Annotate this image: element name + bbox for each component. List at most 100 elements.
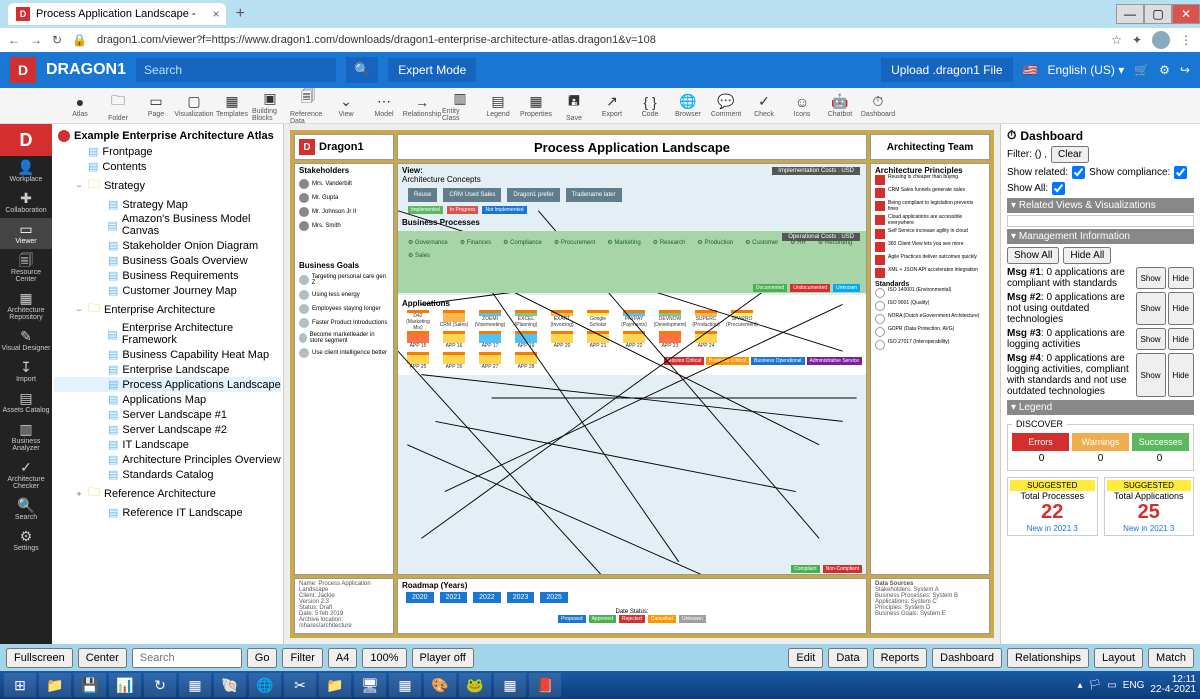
- tree-node[interactable]: ▤Architecture Principles Overview: [54, 452, 281, 467]
- menu-icon[interactable]: ⋮: [1180, 33, 1192, 47]
- dock-visual-designer[interactable]: ✎Visual Designer: [0, 325, 52, 356]
- avatar[interactable]: [1152, 31, 1170, 49]
- taskbar-app[interactable]: 📁: [319, 673, 351, 697]
- center-button[interactable]: Center: [78, 648, 127, 668]
- dock-import[interactable]: ↧Import: [0, 356, 52, 387]
- show-related-checkbox[interactable]: [1072, 166, 1085, 179]
- dock-resource-center[interactable]: 🗐Resource Center: [0, 249, 52, 287]
- taskbar-app[interactable]: 🐸: [459, 673, 491, 697]
- toolbar-code[interactable]: { }Code: [632, 94, 668, 118]
- section-related[interactable]: ▾ Related Views & Visualizations: [1007, 198, 1194, 213]
- hide-button[interactable]: Hide: [1168, 328, 1194, 350]
- tree-node[interactable]: ▤Business Goals Overview: [54, 253, 281, 268]
- browser-tab[interactable]: D Process Application Landscape - ×: [8, 3, 226, 25]
- toolbar-visualization[interactable]: ▢Visualization: [176, 93, 212, 118]
- cart-icon[interactable]: 🛒: [1134, 63, 1149, 77]
- tree-node[interactable]: ▤Standards Catalog: [54, 467, 281, 482]
- hide-button[interactable]: Hide: [1168, 292, 1194, 325]
- star-icon[interactable]: ☆: [1111, 33, 1122, 47]
- hide-button[interactable]: Hide: [1168, 267, 1194, 289]
- toolbar-comment[interactable]: 💬Comment: [708, 93, 744, 118]
- dock-search[interactable]: 🔍Search: [0, 494, 52, 525]
- toolbar-atlas[interactable]: ●Atlas: [62, 94, 98, 118]
- tree-node[interactable]: ▤IT Landscape: [54, 437, 281, 452]
- search-input[interactable]: [136, 58, 336, 82]
- tree-node[interactable]: −🗀Enterprise Architecture: [54, 298, 281, 321]
- clear-button[interactable]: Clear: [1051, 146, 1089, 163]
- show-compliance-checkbox[interactable]: [1174, 166, 1187, 179]
- dock-architecture-repository[interactable]: ▦Architecture Repository: [0, 287, 52, 325]
- toolbar-templates[interactable]: ▦Templates: [214, 93, 250, 118]
- language-selector[interactable]: English (US) ▾: [1048, 63, 1125, 77]
- edit-button[interactable]: Edit: [788, 648, 823, 668]
- taskbar-lang[interactable]: ENG: [1123, 680, 1145, 691]
- dock-business-analyzer[interactable]: ▥Business Analyzer: [0, 418, 52, 456]
- gear-icon[interactable]: ⚙: [1159, 63, 1170, 77]
- bottom-player-off-button[interactable]: Player off: [412, 648, 474, 668]
- dock-viewer[interactable]: ▭Viewer: [0, 218, 52, 249]
- reload-icon[interactable]: ↻: [52, 33, 62, 47]
- show-button[interactable]: Show: [1136, 353, 1166, 397]
- tree-node[interactable]: ▤Applications Map: [54, 392, 281, 407]
- tree-node[interactable]: +🗀Reference Architecture: [54, 482, 281, 505]
- taskbar-app[interactable]: ↻: [144, 673, 176, 697]
- hide-button[interactable]: Hide: [1168, 353, 1194, 397]
- window-close-button[interactable]: ✕: [1172, 4, 1200, 24]
- go-button[interactable]: Go: [247, 648, 278, 668]
- layout-button[interactable]: Layout: [1094, 648, 1143, 668]
- bottom-search-input[interactable]: [132, 648, 242, 668]
- taskbar-app[interactable]: ▦: [389, 673, 421, 697]
- tree-node[interactable]: ▤Customer Journey Map: [54, 283, 281, 298]
- taskbar-app[interactable]: 💾: [74, 673, 106, 697]
- dock-settings[interactable]: ⚙Settings: [0, 525, 52, 556]
- taskbar-app[interactable]: ⊞: [4, 673, 36, 697]
- show-all-button[interactable]: Show All: [1007, 247, 1059, 264]
- toolbar-model[interactable]: ⋯Model: [366, 93, 402, 118]
- taskbar-clock[interactable]: 12:1122-4-2021: [1150, 675, 1196, 695]
- toolbar-dashboard[interactable]: ⏱Dashboard: [860, 93, 896, 118]
- close-icon[interactable]: ×: [213, 7, 220, 21]
- toolbar-chatbot[interactable]: 🤖Chatbot: [822, 93, 858, 118]
- dock-collaboration[interactable]: ✚Collaboration: [0, 187, 52, 218]
- tree-node[interactable]: ▤Enterprise Architecture Framework: [54, 321, 281, 347]
- diagram-canvas[interactable]: D Dragon1 Process Application Landscape …: [290, 130, 994, 638]
- relationships-button[interactable]: Relationships: [1007, 648, 1089, 668]
- dock-architecture-checker[interactable]: ✓Architecture Checker: [0, 456, 52, 494]
- toolbar-browser[interactable]: 🌐Browser: [670, 93, 706, 118]
- show-all-checkbox[interactable]: [1052, 182, 1065, 195]
- tree-node[interactable]: ▤Server Landscape #2: [54, 422, 281, 437]
- section-legend[interactable]: ▾ Legend: [1007, 400, 1194, 415]
- show-button[interactable]: Show: [1136, 292, 1166, 325]
- minimize-button[interactable]: —: [1116, 4, 1144, 24]
- logout-icon[interactable]: ↪: [1180, 63, 1190, 77]
- toolbar-properties[interactable]: ▦Properties: [518, 93, 554, 118]
- tray-icon[interactable]: ▭: [1107, 680, 1116, 691]
- taskbar-app[interactable]: ▦: [179, 673, 211, 697]
- back-icon[interactable]: ←: [8, 33, 20, 47]
- bottom-100%-button[interactable]: 100%: [362, 648, 406, 668]
- toolbar-check[interactable]: ✓Check: [746, 93, 782, 118]
- search-button[interactable]: 🔍: [346, 57, 378, 83]
- tree-node[interactable]: ▤Business Capability Heat Map: [54, 347, 281, 362]
- taskbar-app[interactable]: 🌐: [249, 673, 281, 697]
- match-button[interactable]: Match: [1148, 648, 1194, 668]
- section-mgmt[interactable]: ▾ Management Information: [1007, 229, 1194, 244]
- taskbar-app[interactable]: 📁: [39, 673, 71, 697]
- data-button[interactable]: Data: [828, 648, 867, 668]
- tree-node[interactable]: ▤Reference IT Landscape: [54, 505, 281, 520]
- toolbar-save[interactable]: 🖪Save: [556, 90, 592, 122]
- tree-node[interactable]: ▤Amazon's Business Model Canvas: [54, 212, 281, 238]
- dock-workplace[interactable]: 👤Workplace: [0, 156, 52, 187]
- discover-warnings-button[interactable]: Warnings: [1072, 433, 1129, 451]
- discover-errors-button[interactable]: Errors: [1012, 433, 1069, 451]
- toolbar-legend[interactable]: ▤Legend: [480, 93, 516, 118]
- hide-all-button[interactable]: Hide All: [1063, 247, 1111, 264]
- tray-icon[interactable]: ▴: [1078, 680, 1083, 691]
- taskbar-app[interactable]: 📕: [529, 673, 561, 697]
- toolbar-relationship[interactable]: →Relationship: [404, 94, 440, 118]
- bottom-filter-button[interactable]: Filter: [282, 648, 322, 668]
- expert-mode-button[interactable]: Expert Mode: [388, 58, 476, 82]
- taskbar-app[interactable]: ▦: [494, 673, 526, 697]
- forward-icon[interactable]: →: [30, 33, 42, 47]
- toolbar-reference-data[interactable]: 🗐Reference Data: [290, 86, 326, 125]
